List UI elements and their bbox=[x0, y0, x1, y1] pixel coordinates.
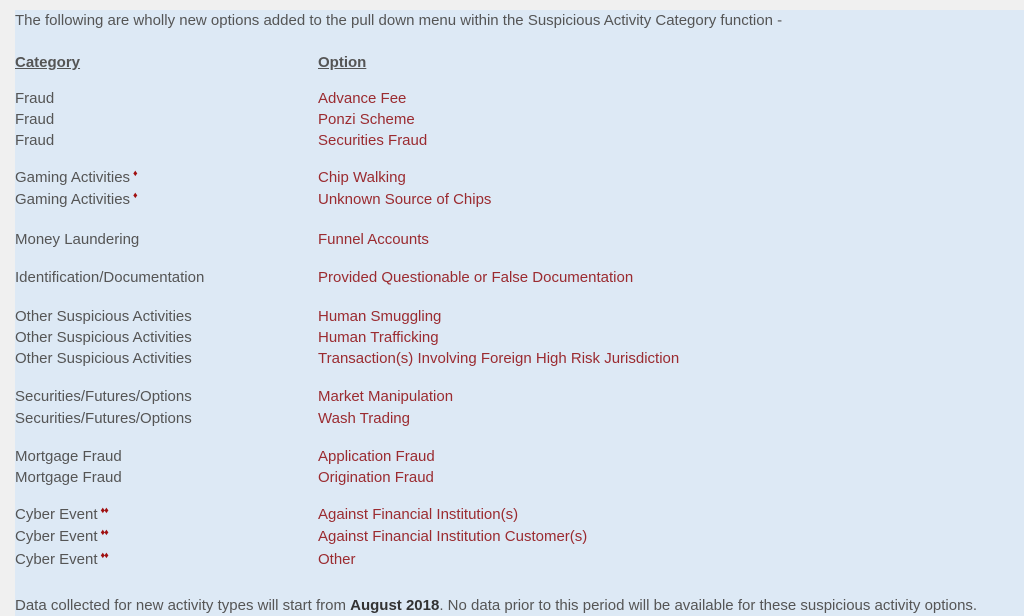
category-cell: Other Suspicious Activities bbox=[15, 308, 192, 325]
category-cell: Money Laundering bbox=[15, 231, 139, 248]
footer-date: August 2018 bbox=[350, 597, 440, 614]
option-link[interactable]: Wash Trading bbox=[318, 410, 410, 427]
category-cell: Cyber Event ♦♦ bbox=[15, 550, 109, 568]
option-link[interactable]: Market Manipulation bbox=[318, 388, 453, 405]
category-label: Fraud bbox=[15, 132, 55, 149]
footer-text-after: . No data prior to this period will be a… bbox=[439, 597, 978, 614]
category-cell: Gaming Activities ♦ bbox=[15, 168, 138, 186]
category-label: Mortgage Fraud bbox=[15, 469, 122, 486]
category-label: Mortgage Fraud bbox=[15, 448, 122, 465]
table-row: Cyber Event ♦♦ Other bbox=[15, 550, 1015, 572]
category-cell: Fraud bbox=[15, 90, 54, 107]
table-row: Identification/Documentation Provided Que… bbox=[15, 269, 1015, 290]
category-label: Securities/Futures/Options bbox=[15, 388, 192, 405]
category-label: Other Suspicious Activities bbox=[15, 350, 192, 367]
diamond-marker-icon: ♦ bbox=[133, 168, 137, 178]
category-cell: Identification/Documentation bbox=[15, 269, 204, 286]
content-panel: The following are wholly new options add… bbox=[15, 10, 1024, 616]
table-row: Fraud Advance Fee bbox=[15, 90, 1015, 111]
category-cell: Other Suspicious Activities bbox=[15, 329, 192, 346]
footer-note: Data collected for new activity types wi… bbox=[15, 597, 977, 614]
table-row: Mortgage Fraud Origination Fraud bbox=[15, 469, 1015, 490]
table-row: Fraud Ponzi Scheme bbox=[15, 111, 1015, 132]
category-label: Securities/Futures/Options bbox=[15, 410, 192, 427]
table-row: Mortgage Fraud Application Fraud bbox=[15, 448, 1015, 469]
option-link[interactable]: Origination Fraud bbox=[318, 469, 434, 486]
table-row: Securities/Futures/Options Market Manipul… bbox=[15, 388, 1015, 409]
diamond-marker-icon: ♦♦ bbox=[100, 527, 109, 537]
option-link[interactable]: Against Financial Institution Customer(s… bbox=[318, 528, 587, 545]
category-column-header: Category bbox=[15, 54, 81, 71]
diamond-marker-icon: ♦♦ bbox=[100, 505, 109, 515]
category-cell: Fraud bbox=[15, 111, 54, 128]
table-row: Securities/Futures/Options Wash Trading bbox=[15, 410, 1015, 431]
category-cell: Mortgage Fraud bbox=[15, 448, 122, 465]
category-label: Identification/Documentation bbox=[15, 269, 205, 286]
category-label: Gaming Activities bbox=[15, 191, 131, 208]
category-label: Gaming Activities bbox=[15, 169, 131, 186]
table-row: Other Suspicious Activities Human Traffic… bbox=[15, 329, 1015, 350]
option-link[interactable]: Transaction(s) Involving Foreign High Ri… bbox=[318, 350, 679, 367]
table-row: Cyber Event ♦♦ Against Financial Instituti… bbox=[15, 505, 1015, 527]
option-link[interactable]: Advance Fee bbox=[318, 90, 406, 107]
option-link[interactable]: Application Fraud bbox=[318, 448, 435, 465]
category-cell: Other Suspicious Activities bbox=[15, 350, 192, 367]
option-link[interactable]: Chip Walking bbox=[318, 169, 406, 186]
table-row: Gaming Activities ♦ Chip Walking bbox=[15, 168, 1015, 190]
category-cell: Mortgage Fraud bbox=[15, 469, 122, 486]
table-row: Money Laundering Funnel Accounts bbox=[15, 231, 1015, 252]
category-label: Cyber Event bbox=[15, 528, 98, 545]
footer-text-before: Data collected for new activity types wi… bbox=[15, 597, 351, 614]
diamond-marker-icon: ♦♦ bbox=[100, 550, 109, 560]
category-cell: Fraud bbox=[15, 132, 54, 149]
intro-text: The following are wholly new options add… bbox=[15, 12, 783, 29]
option-link[interactable]: Funnel Accounts bbox=[318, 231, 429, 248]
table-row: Other Suspicious Activities Human Smuggli… bbox=[15, 308, 1015, 329]
category-cell: Cyber Event ♦♦ bbox=[15, 505, 109, 523]
option-link[interactable]: Ponzi Scheme bbox=[318, 111, 415, 128]
option-link[interactable]: Against Financial Institution(s) bbox=[318, 506, 518, 523]
category-cell: Securities/Futures/Options bbox=[15, 410, 192, 427]
category-label: Cyber Event bbox=[15, 506, 98, 523]
category-label: Other Suspicious Activities bbox=[15, 308, 192, 325]
category-label: Fraud bbox=[15, 111, 55, 128]
option-link[interactable]: Human Trafficking bbox=[318, 329, 439, 346]
option-link[interactable]: Human Smuggling bbox=[318, 308, 441, 325]
option-link[interactable]: Other bbox=[318, 551, 356, 568]
option-column-header: Option bbox=[318, 54, 367, 71]
category-label: Other Suspicious Activities bbox=[15, 329, 192, 346]
table-row: Gaming Activities ♦ Unknown Source of Chip… bbox=[15, 190, 1015, 212]
category-label: Money Laundering bbox=[15, 231, 140, 248]
category-label: Fraud bbox=[15, 90, 55, 107]
category-cell: Gaming Activities ♦ bbox=[15, 190, 138, 208]
table-row: Other Suspicious Activities Transaction(s… bbox=[15, 350, 1015, 371]
diamond-marker-icon: ♦ bbox=[133, 190, 137, 200]
category-cell: Securities/Futures/Options bbox=[15, 388, 192, 405]
option-link[interactable]: Securities Fraud bbox=[318, 132, 427, 149]
option-link[interactable]: Provided Questionable or False Documenta… bbox=[318, 269, 633, 286]
option-link[interactable]: Unknown Source of Chips bbox=[318, 191, 491, 208]
category-label: Cyber Event bbox=[15, 551, 98, 568]
table-row: Fraud Securities Fraud bbox=[15, 132, 1015, 153]
table-row: Cyber Event ♦♦ Against Financial Instituti… bbox=[15, 527, 1015, 549]
category-cell: Cyber Event ♦♦ bbox=[15, 527, 109, 545]
